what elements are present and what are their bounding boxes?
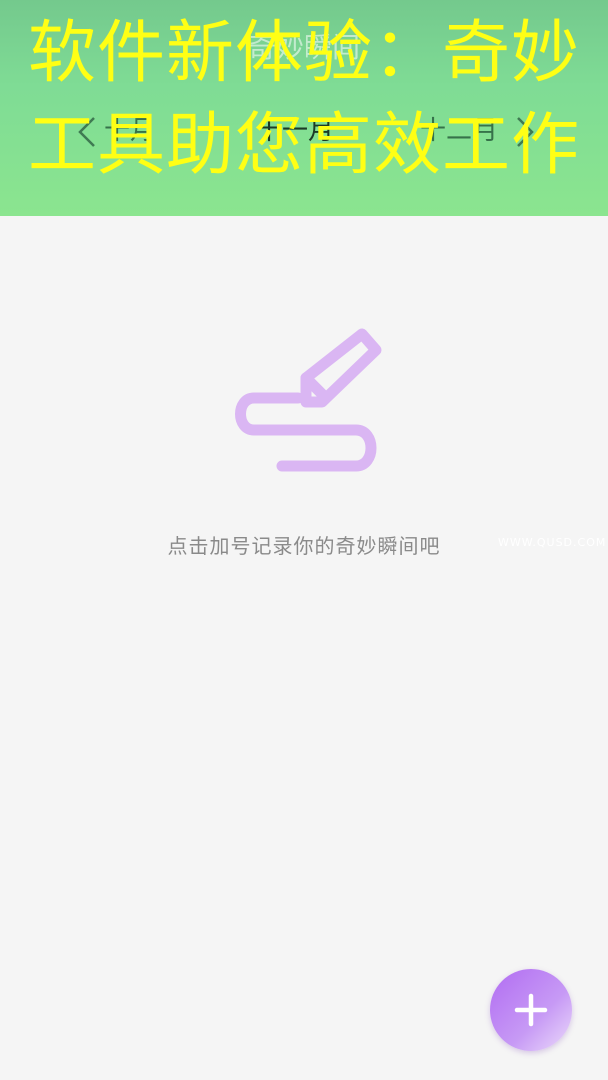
plus-icon	[514, 993, 548, 1027]
pen-scribble-icon	[235, 328, 382, 472]
month-current: 十一月	[256, 116, 335, 146]
add-entry-button[interactable]	[490, 969, 572, 1051]
header-bar: 奇妙瞬间 十月 十一月 十二月	[0, 0, 608, 216]
month-next[interactable]: 十二月	[420, 108, 498, 154]
month-selector: 十月 十一月 十二月	[0, 108, 608, 158]
watermark: WWW.QUSD.COM	[498, 536, 607, 549]
month-prev[interactable]: 十月	[104, 108, 156, 154]
chevron-right-icon[interactable]	[506, 114, 542, 150]
chevron-left-icon[interactable]	[70, 114, 106, 150]
app-title: 奇妙瞬间	[247, 31, 360, 64]
